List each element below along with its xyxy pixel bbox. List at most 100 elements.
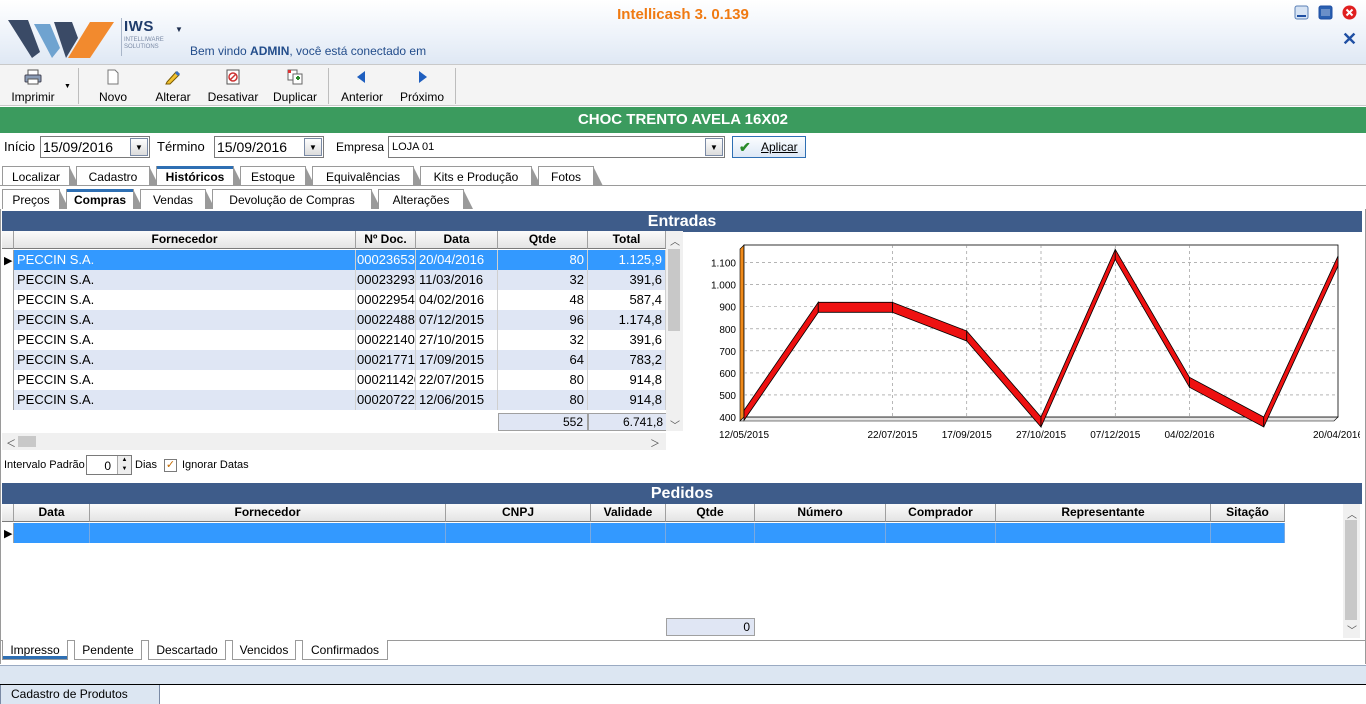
scroll-up-icon[interactable]: ︿ <box>1347 506 1357 521</box>
tab-vencidos[interactable]: Vencidos <box>232 640 296 660</box>
next-button[interactable]: Próximo <box>394 67 450 105</box>
tab-devolucao-compras[interactable]: Devolução de Compras <box>212 189 381 209</box>
table-row[interactable]: PECCIN S.A. 000217711 17/09/2015 64 783,2 <box>2 350 666 370</box>
menu-dropdown-icon[interactable]: ▼ <box>175 25 183 34</box>
row-indicator <box>2 270 14 290</box>
scroll-down-icon[interactable]: ﹀ <box>1347 622 1357 637</box>
close-form-icon[interactable]: ✕ <box>1342 30 1357 48</box>
cell-qtde: 96 <box>498 310 588 330</box>
col-situacao[interactable]: Sitação <box>1211 504 1285 522</box>
print-button[interactable]: Imprimir <box>2 67 64 105</box>
tab-fotos[interactable]: Fotos <box>538 166 603 186</box>
tab-estoque[interactable]: Estoque <box>240 166 315 186</box>
previous-button[interactable]: Anterior <box>334 67 390 105</box>
tab-cadastro[interactable]: Cadastro <box>76 166 159 186</box>
col-qtde[interactable]: Qtde <box>666 504 755 522</box>
col-comprador[interactable]: Comprador <box>886 504 996 522</box>
col-fornecedor[interactable]: Fornecedor <box>14 231 356 249</box>
ignore-dates-checkbox[interactable]: ✓ <box>164 459 177 472</box>
interval-spinner[interactable]: 0 ▲ ▼ <box>86 455 132 475</box>
table-row[interactable]: ▶ PECCIN S.A. 000236534 20/04/2016 80 1.125,9 <box>2 250 666 270</box>
calendar-dropdown-icon[interactable]: ▼ <box>304 138 322 156</box>
form-tab-cadastro-produtos[interactable]: Cadastro de Produtos <box>0 685 160 704</box>
col-data[interactable]: Data <box>416 231 498 249</box>
cell-doc: 000217711 <box>356 350 416 370</box>
y-tick-label: 400 <box>719 413 736 424</box>
table-row[interactable]: PECCIN S.A. 000224882 07/12/2015 96 1.174,8 <box>2 310 666 330</box>
col-cnpj[interactable]: CNPJ <box>446 504 591 522</box>
table-row[interactable]: PECCIN S.A. 000211420 22/07/2015 80 914,8 <box>2 370 666 390</box>
table-row[interactable]: PECCIN S.A. 000221408 27/10/2015 32 391,6 <box>2 330 666 350</box>
end-date-label: Término <box>157 139 205 154</box>
col-qtde[interactable]: Qtde <box>498 231 588 249</box>
ignore-dates-label: Ignorar Datas <box>182 459 249 471</box>
y-tick-label: 800 <box>719 325 736 336</box>
col-numero[interactable]: Número <box>755 504 886 522</box>
entradas-vscroll[interactable]: ︿ ﹀ <box>666 231 683 432</box>
spin-up-icon[interactable]: ▲ <box>117 456 131 465</box>
col-data[interactable]: Data <box>14 504 90 522</box>
scroll-down-icon[interactable]: ﹀ <box>670 417 680 432</box>
col-validade[interactable]: Validade <box>591 504 666 522</box>
cell-total: 1.174,8 <box>588 310 666 330</box>
tab-kits-producao[interactable]: Kits e Produção <box>420 166 541 186</box>
start-date-input[interactable]: 15/09/2016 ▼ <box>40 136 150 158</box>
duplicate-button[interactable]: Duplicar <box>268 67 322 105</box>
col-representante[interactable]: Representante <box>996 504 1211 522</box>
cell-data: 11/03/2016 <box>416 270 498 290</box>
tab-equivalencias[interactable]: Equivalências <box>312 166 423 186</box>
deactivate-icon <box>226 69 240 85</box>
tab-alteracoes[interactable]: Alterações <box>378 189 473 209</box>
edit-button[interactable]: Alterar <box>148 67 198 105</box>
cell-data: 12/06/2015 <box>416 390 498 410</box>
tab-confirmados[interactable]: Confirmados <box>302 640 388 660</box>
pedidos-grid: Data Fornecedor CNPJ Validade Qtde Númer… <box>2 504 1362 638</box>
tab-localizar[interactable]: Localizar <box>2 166 79 186</box>
deactivate-button[interactable]: Desativar <box>204 67 262 105</box>
spin-down-icon[interactable]: ▼ <box>117 465 131 474</box>
scroll-thumb[interactable] <box>1345 520 1357 620</box>
tab-vendas[interactable]: Vendas <box>140 189 215 209</box>
table-row[interactable]: PECCIN S.A. 000229549 04/02/2016 48 587,4 <box>2 290 666 310</box>
tab-descartado[interactable]: Descartado <box>148 640 226 660</box>
scroll-right-icon[interactable]: ＞ <box>650 435 660 450</box>
tab-impresso[interactable]: Impresso <box>2 640 68 660</box>
cell-fornecedor: PECCIN S.A. <box>14 250 356 270</box>
total-qtde: 552 <box>498 413 588 431</box>
end-date-input[interactable]: 15/09/2016 ▼ <box>214 136 324 158</box>
tab-historicos[interactable]: Históricos <box>156 166 243 186</box>
arrow-right-icon <box>419 71 427 83</box>
close-window-icon[interactable] <box>1342 5 1357 20</box>
cell-doc: 000207222 <box>356 390 416 410</box>
col-fornecedor[interactable]: Fornecedor <box>90 504 446 522</box>
scroll-up-icon[interactable]: ︿ <box>670 233 680 248</box>
table-row[interactable]: ▶ <box>2 523 1285 543</box>
cell-qtde: 32 <box>498 330 588 350</box>
col-total[interactable]: Total <box>588 231 666 249</box>
apply-button[interactable]: ✔ Aplicar <box>732 136 806 158</box>
entradas-hscroll[interactable]: ＜ ＞ <box>2 433 666 450</box>
table-row[interactable]: PECCIN S.A. 000207222 12/06/2015 80 914,8 <box>2 390 666 410</box>
col-num-doc[interactable]: Nº Doc. <box>356 231 416 249</box>
minimize-icon[interactable] <box>1294 5 1309 20</box>
cell-doc: 000224882 <box>356 310 416 330</box>
scroll-thumb[interactable] <box>668 249 680 331</box>
welcome-message: Bem vindo ADMIN, você está conectado em <box>190 44 427 58</box>
table-row[interactable]: PECCIN S.A. 000232937 11/03/2016 32 391,6 <box>2 270 666 290</box>
print-dropdown-icon[interactable]: ▼ <box>64 83 71 90</box>
cell-data: 22/07/2015 <box>416 370 498 390</box>
tab-compras[interactable]: Compras <box>66 189 143 209</box>
maximize-icon[interactable] <box>1318 5 1333 20</box>
scroll-left-icon[interactable]: ＜ <box>6 435 16 450</box>
entradas-chart: 400 500 600 700 800 900 1.000 1.100 12/05/2015 22… <box>684 233 1360 445</box>
new-button[interactable]: Novo <box>88 67 138 105</box>
tab-precos[interactable]: Preços <box>2 189 69 209</box>
scroll-thumb[interactable] <box>18 436 36 447</box>
chevron-down-icon[interactable]: ▼ <box>705 138 723 156</box>
pedidos-vscroll[interactable]: ︿ ﹀ <box>1343 504 1360 638</box>
x-tick-label: 20/04/2016 <box>1313 430 1360 441</box>
cell-data: 20/04/2016 <box>416 250 498 270</box>
tab-pendente[interactable]: Pendente <box>74 640 142 660</box>
calendar-dropdown-icon[interactable]: ▼ <box>130 138 148 156</box>
company-select[interactable]: LOJA 01 ▼ <box>388 136 725 158</box>
